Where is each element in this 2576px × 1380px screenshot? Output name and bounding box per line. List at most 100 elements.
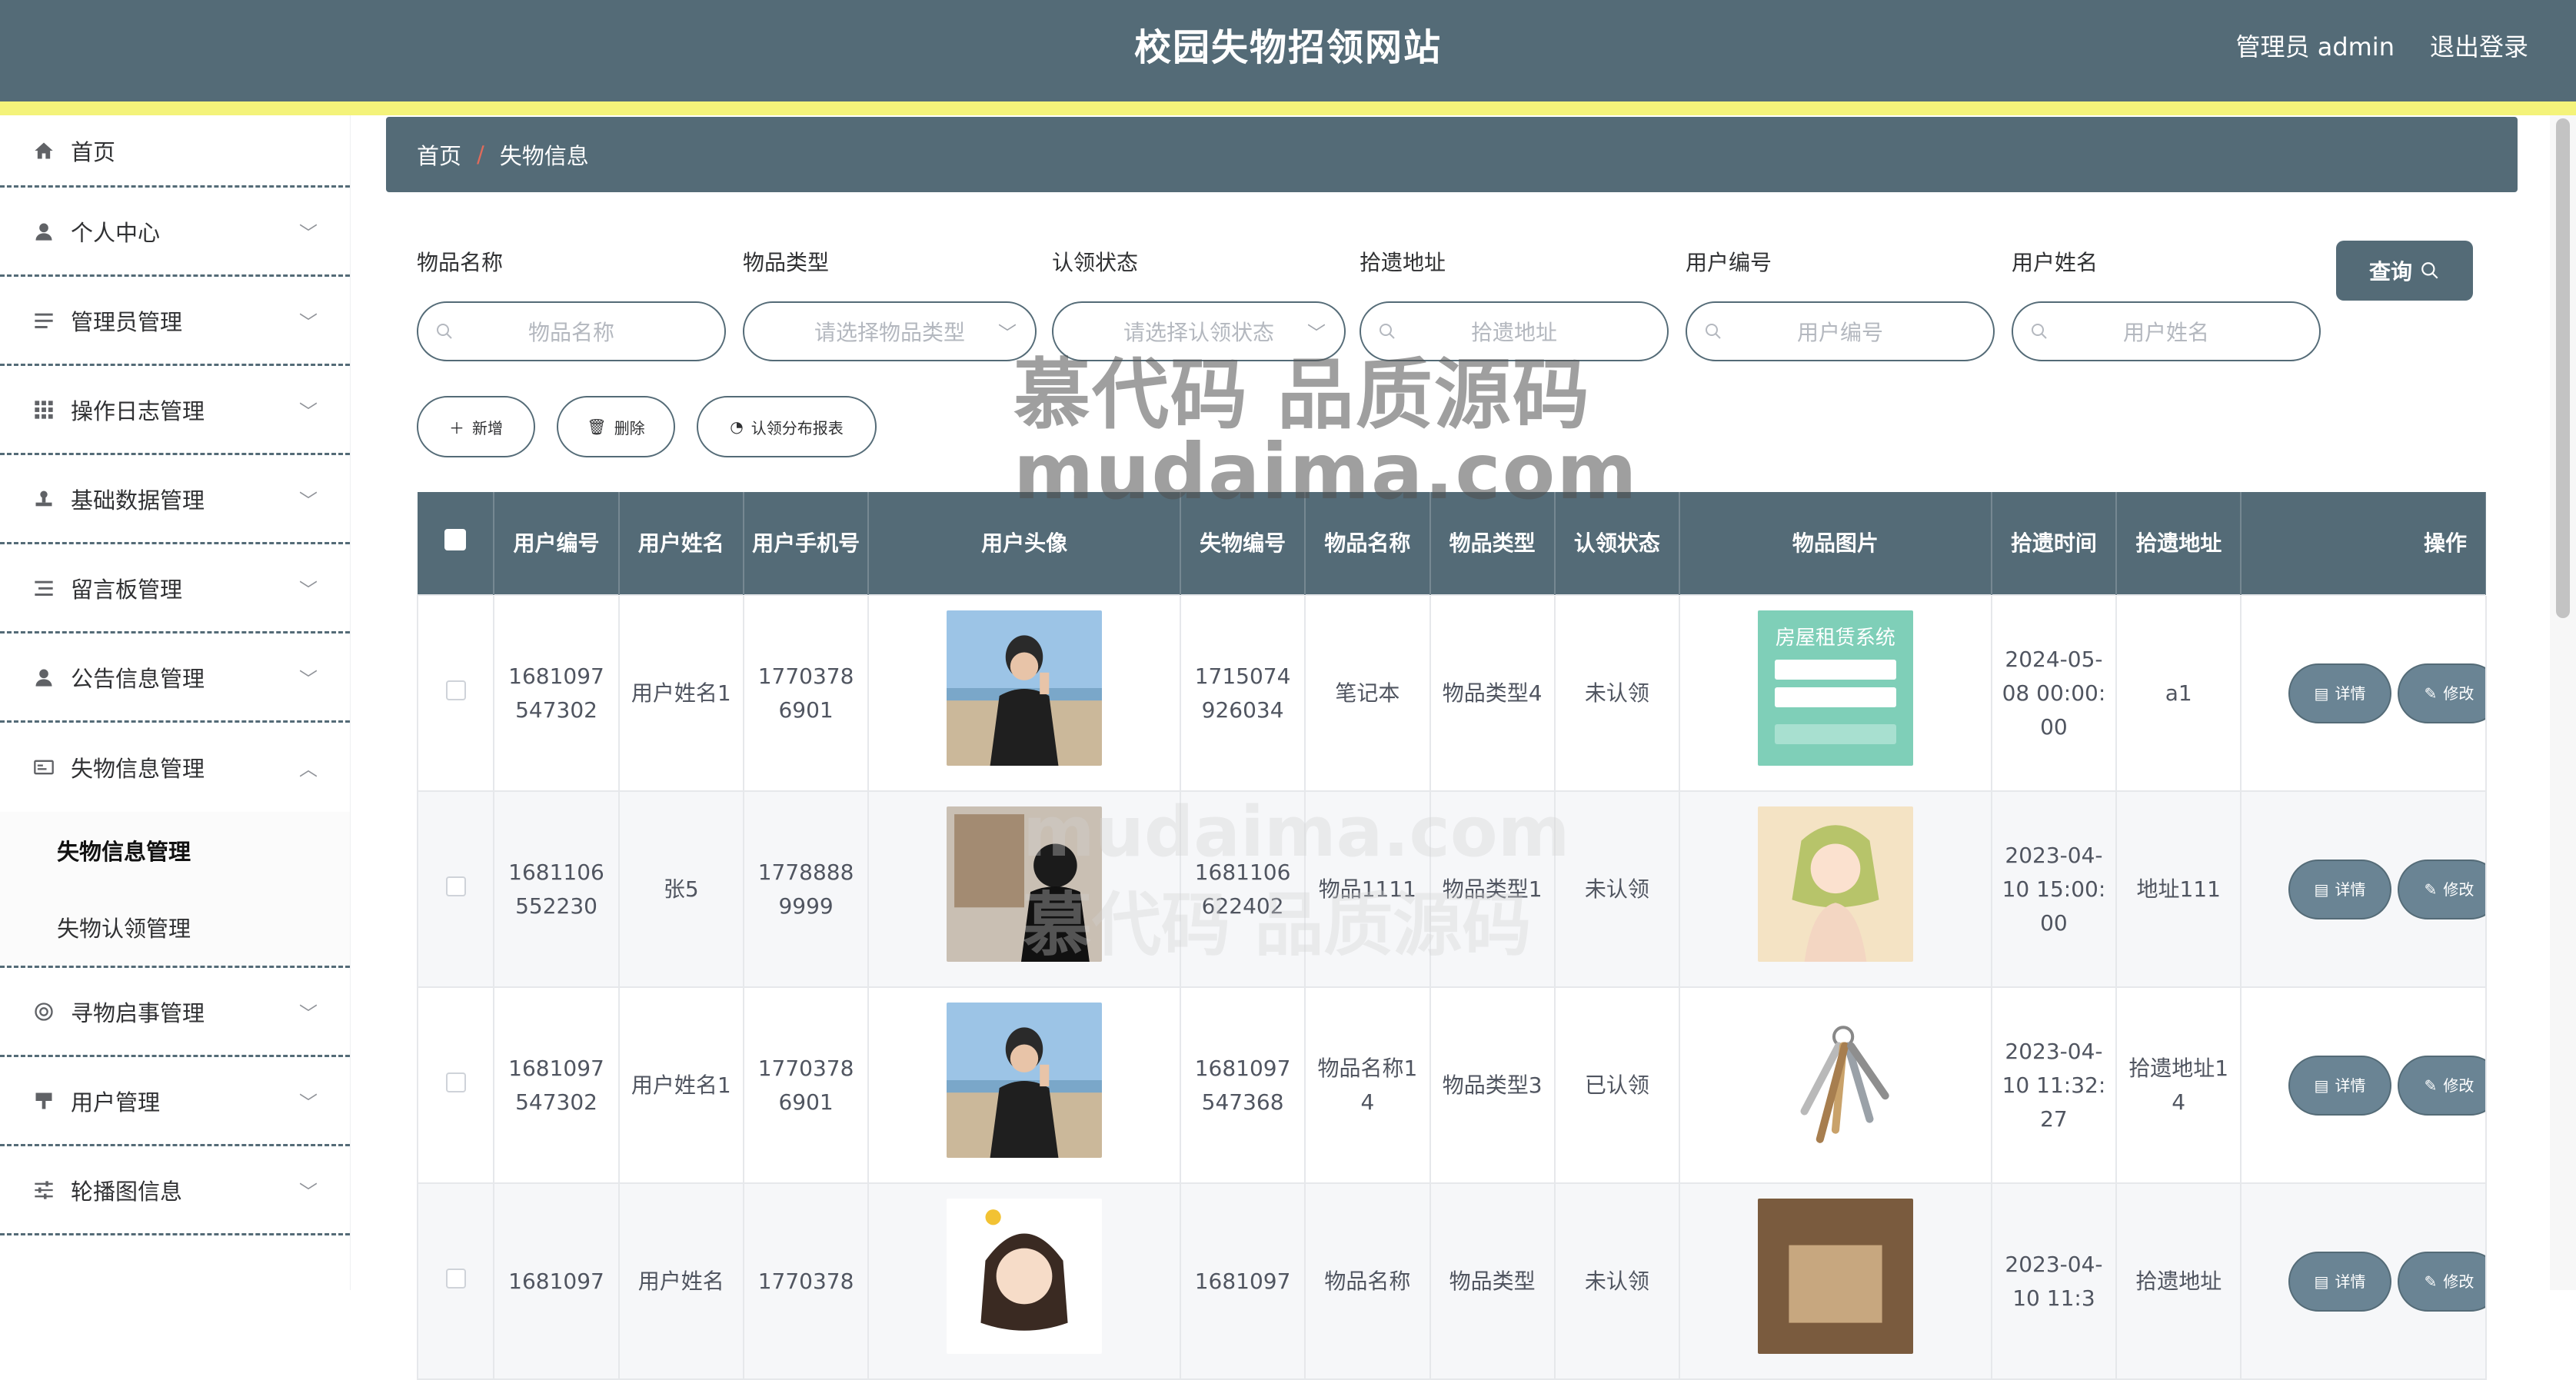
cell-phone: 17703786901 bbox=[742, 986, 870, 1184]
home-icon bbox=[31, 138, 57, 164]
col-header[interactable]: 失物编号 bbox=[1180, 492, 1306, 595]
sidebar-item-personal[interactable]: 个人中心 ﹀ bbox=[0, 188, 350, 277]
detail-button[interactable]: ▤ 详情 bbox=[2288, 1251, 2391, 1312]
cell-user-name: 用户姓名1 bbox=[617, 594, 744, 792]
cell-operations: ▤ 详情 ✎ 修改 bbox=[2240, 986, 2487, 1184]
col-header[interactable]: 物品名称 bbox=[1305, 492, 1431, 595]
sidebar-item-carousel[interactable]: 轮播图信息 ﹀ bbox=[0, 1146, 350, 1235]
edit-button[interactable]: ✎ 修改 bbox=[2398, 1055, 2485, 1116]
sidebar-item-admin[interactable]: 管理员管理 ﹀ bbox=[0, 277, 350, 366]
cell-operations: ▤ 详情 ✎ 修改 bbox=[2240, 1182, 2487, 1380]
cell-user-no: 1681097547302 bbox=[493, 594, 620, 792]
sidebar-item-users[interactable]: 用户管理 ﹀ bbox=[0, 1057, 350, 1146]
item-image[interactable] bbox=[1757, 806, 1913, 962]
cell-status: 未认领 bbox=[1553, 790, 1681, 988]
sidebar: 首页 个人中心 ﹀ 管理员管理 ﹀ 操作日志管理 ﹀ 基础数据管理 ﹀ 留言板管… bbox=[0, 115, 351, 1290]
cell-user-no: 1681097547302 bbox=[493, 986, 620, 1184]
address-input[interactable]: 拾遗地址 bbox=[1360, 301, 1669, 361]
edit-button[interactable]: ✎ 修改 bbox=[2398, 1251, 2485, 1312]
chevron-down-icon: ﹀ bbox=[299, 1181, 318, 1202]
row-select-cell bbox=[416, 1182, 495, 1380]
row-checkbox[interactable] bbox=[445, 1268, 466, 1289]
submenu-item-claim-manage[interactable]: 失物认领管理 bbox=[0, 889, 350, 966]
item-name-input[interactable]: 物品名称 bbox=[417, 301, 726, 361]
add-button[interactable]: ＋ 新增 bbox=[417, 396, 535, 457]
user-avatar-image[interactable] bbox=[947, 1003, 1103, 1158]
cell-item-image bbox=[1679, 790, 1992, 988]
edit-icon: ✎ bbox=[2424, 683, 2438, 703]
add-label: 新增 bbox=[472, 418, 503, 437]
table-row: 1681097547302 用户姓名1 17703786901 16810975… bbox=[416, 986, 2487, 1184]
header-accent-strip bbox=[0, 101, 2576, 115]
edit-label: 修改 bbox=[2443, 1076, 2474, 1095]
claim-status-select[interactable]: 请选择认领状态 ﹀ bbox=[1052, 301, 1346, 361]
breadcrumb-current: 失物信息 bbox=[499, 143, 589, 169]
sidebar-item-home[interactable]: 首页 bbox=[0, 115, 350, 188]
report-button[interactable]: ◔ 认领分布报表 bbox=[697, 396, 877, 457]
col-header[interactable]: 用户姓名 bbox=[618, 492, 744, 595]
breadcrumb: 首页 / 失物信息 bbox=[386, 117, 2518, 192]
search-icon bbox=[437, 324, 452, 339]
col-header[interactable]: 用户编号 bbox=[494, 492, 620, 595]
logout-link[interactable]: 退出登录 bbox=[2430, 28, 2528, 63]
sidebar-item-label: 操作日志管理 bbox=[71, 397, 205, 424]
col-header[interactable]: 用户手机号 bbox=[743, 492, 870, 595]
filter-label: 拾遗地址 bbox=[1360, 250, 1446, 275]
cell-item-image: 房屋租赁系统 bbox=[1679, 594, 1992, 792]
item-image[interactable] bbox=[1757, 1003, 1913, 1158]
admin-label: 管理员 admin bbox=[2235, 32, 2395, 62]
row-checkbox[interactable] bbox=[445, 876, 466, 896]
col-header[interactable]: 拾遗地址 bbox=[2116, 492, 2242, 595]
item-image[interactable]: 房屋租赁系统 bbox=[1757, 610, 1913, 766]
edit-button[interactable]: ✎ 修改 bbox=[2398, 859, 2485, 919]
scrollbar-thumb[interactable] bbox=[2556, 118, 2570, 618]
item-image[interactable] bbox=[1757, 1199, 1913, 1354]
document-icon: ▤ bbox=[2314, 880, 2329, 899]
sidebar-item-oplog[interactable]: 操作日志管理 ﹀ bbox=[0, 366, 350, 455]
user-avatar-image[interactable] bbox=[947, 806, 1103, 962]
chevron-down-icon: ﹀ bbox=[299, 401, 318, 422]
submenu-item-lost-manage[interactable]: 失物信息管理 bbox=[0, 812, 350, 889]
select-all-cell bbox=[418, 492, 495, 595]
user-no-input[interactable]: 用户编号 bbox=[1686, 301, 1995, 361]
delete-button[interactable]: 🗑 删除 bbox=[557, 396, 675, 457]
item-type-select[interactable]: 请选择物品类型 ﹀ bbox=[743, 301, 1037, 361]
cell-item-name: 物品名称14 bbox=[1304, 986, 1431, 1184]
col-header[interactable]: 拾遗时间 bbox=[1991, 492, 2118, 595]
edit-button[interactable]: ✎ 修改 bbox=[2398, 663, 2485, 723]
col-header[interactable]: 认领状态 bbox=[1554, 492, 1681, 595]
chevron-down-icon: ﹀ bbox=[299, 668, 318, 690]
row-select-cell bbox=[416, 594, 495, 792]
detail-button[interactable]: ▤ 详情 bbox=[2288, 859, 2391, 919]
breadcrumb-home[interactable]: 首页 bbox=[417, 138, 461, 171]
detail-button[interactable]: ▤ 详情 bbox=[2288, 663, 2391, 723]
sidebar-item-lostinfo[interactable]: 失物信息管理 ︿ bbox=[0, 723, 350, 812]
user-avatar-image[interactable] bbox=[947, 1199, 1103, 1354]
page-scrollbar[interactable] bbox=[2550, 115, 2576, 1290]
sidebar-item-label: 用户管理 bbox=[71, 1089, 161, 1116]
sidebar-item-seeking[interactable]: 寻物启事管理 ﹀ bbox=[0, 968, 350, 1057]
sidebar-item-label: 首页 bbox=[71, 138, 116, 165]
query-button[interactable]: 查询 bbox=[2336, 241, 2473, 301]
select-all-checkbox[interactable] bbox=[444, 528, 467, 550]
sidebar-item-basedata[interactable]: 基础数据管理 ﹀ bbox=[0, 455, 350, 544]
sidebar-item-label: 个人中心 bbox=[71, 219, 161, 246]
row-checkbox[interactable] bbox=[445, 680, 466, 700]
search-icon bbox=[2421, 262, 2438, 279]
row-checkbox[interactable] bbox=[445, 1072, 466, 1092]
sidebar-item-notice[interactable]: 公告信息管理 ﹀ bbox=[0, 633, 350, 723]
chevron-down-icon: ﹀ bbox=[299, 579, 318, 600]
user-avatar-image[interactable] bbox=[947, 610, 1103, 766]
edit-icon: ✎ bbox=[2424, 1076, 2438, 1095]
sidebar-item-guestbook[interactable]: 留言板管理 ﹀ bbox=[0, 544, 350, 633]
cell-user-name: 张5 bbox=[617, 790, 744, 988]
col-header[interactable]: 物品类型 bbox=[1429, 492, 1556, 595]
card-icon bbox=[31, 754, 57, 780]
detail-button[interactable]: ▤ 详情 bbox=[2288, 1055, 2391, 1116]
cell-avatar bbox=[867, 594, 1181, 792]
user-name-input[interactable]: 用户姓名 bbox=[2012, 301, 2321, 361]
cell-lost-no: 1681097 bbox=[1179, 1182, 1306, 1380]
cell-item-type: 物品类型4 bbox=[1429, 594, 1556, 792]
cell-time: 2024-05-08 00:00:00 bbox=[1990, 594, 2118, 792]
top-header: 校园失物招领网站 管理员 admin 退出登录 bbox=[0, 0, 2576, 101]
